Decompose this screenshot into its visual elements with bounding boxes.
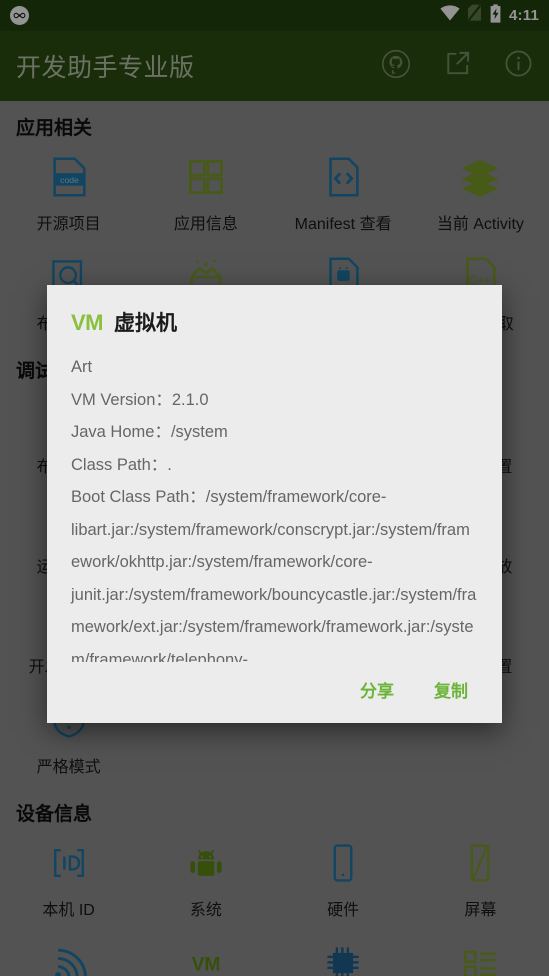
dialog-line-vm-version: VM Version：2.1.0 — [71, 390, 209, 409]
dialog-title-row: VM 虚拟机 — [47, 285, 502, 345]
dialog-line-art: Art — [71, 358, 93, 376]
vm-badge-icon: VM — [71, 310, 104, 335]
dialog-title: 虚拟机 — [114, 312, 177, 335]
copy-button[interactable]: 复制 — [430, 675, 472, 704]
dialog-actions: 分享 复制 — [47, 662, 502, 723]
dialog-line-class-path: Class Path：. — [71, 455, 172, 474]
share-button[interactable]: 分享 — [356, 675, 398, 704]
dialog-line-boot-class-path: Boot Class Path：/system/framework/core-l… — [71, 488, 477, 662]
vm-info-dialog: VM 虚拟机 Art VM Version：2.1.0 Java Home：/s… — [47, 285, 502, 723]
dialog-body[interactable]: Art VM Version：2.1.0 Java Home：/system C… — [47, 345, 502, 662]
dialog-line-java-home: Java Home：/system — [71, 423, 228, 441]
android-screen: 4:11 开发助手专业版 应用相关 code 开源项目 应用信息 Manifes… — [0, 0, 549, 976]
